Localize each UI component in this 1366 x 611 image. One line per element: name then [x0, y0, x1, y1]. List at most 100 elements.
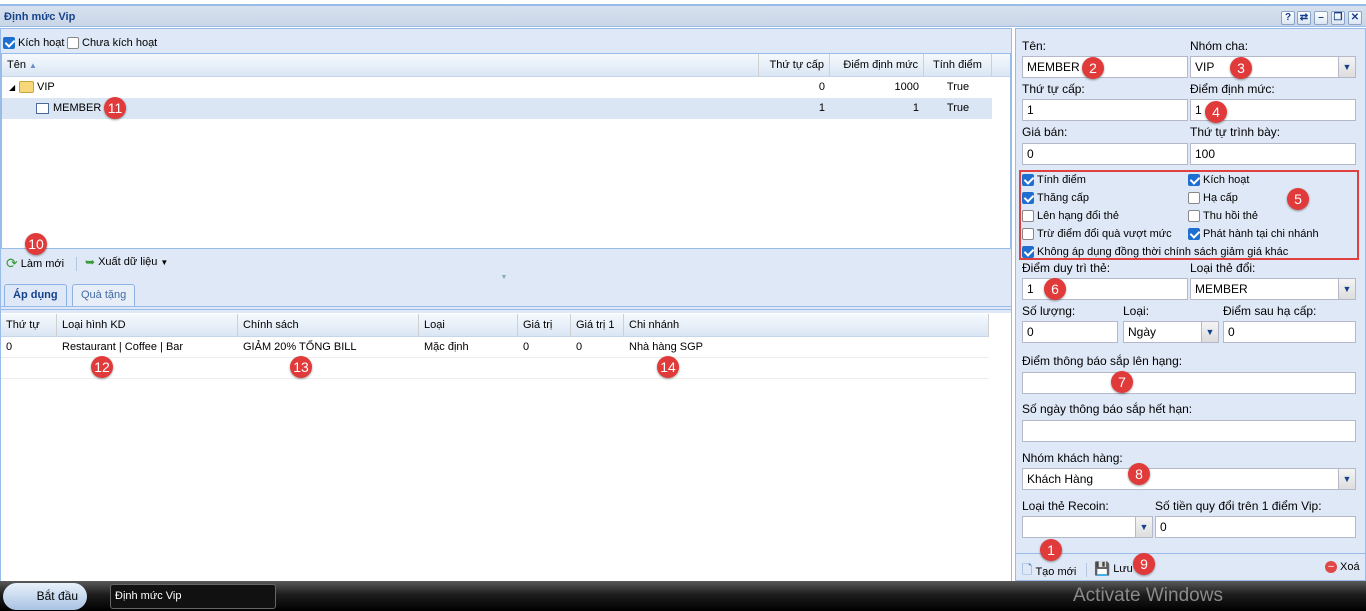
rate-input[interactable]: 0: [1155, 516, 1356, 538]
chevron-down-icon[interactable]: ▼: [1135, 517, 1152, 537]
checkbox[interactable]: [1188, 192, 1200, 204]
save-button[interactable]: 💾 Lưu: [1094, 561, 1133, 577]
checkbox[interactable]: [1022, 192, 1034, 204]
dropdown-arrow-icon: ▼: [160, 257, 169, 267]
tab-apply[interactable]: Áp dụng: [4, 284, 67, 306]
expand-icon[interactable]: ◢: [4, 77, 20, 98]
col-name[interactable]: Tên ▲: [2, 54, 759, 77]
empty-row: [1, 358, 989, 379]
new-button[interactable]: 🗋 Tạo mới: [1022, 561, 1076, 583]
close-icon[interactable]: ✕: [1348, 11, 1362, 25]
policy-col-4[interactable]: Giá trị: [518, 314, 571, 337]
col-calc[interactable]: Tính điểm: [924, 54, 992, 77]
refresh-window-icon[interactable]: ⇄: [1297, 11, 1311, 25]
delete-label: Xoá: [1340, 561, 1360, 573]
annotation-badge: 12: [91, 356, 113, 378]
tree-row-member[interactable]: MEMBER 1 1 True: [2, 98, 992, 119]
checkbox[interactable]: [1188, 210, 1200, 222]
policy-col-1[interactable]: Loại hình KD: [57, 314, 238, 337]
chevron-down-icon[interactable]: ▼: [1338, 469, 1355, 489]
annotation-badge: 1: [1040, 539, 1062, 561]
order-input[interactable]: 100: [1190, 143, 1356, 165]
policy-col-3[interactable]: Loại: [419, 314, 518, 337]
price-label: Giá bán:: [1022, 125, 1068, 139]
policy-cell-3: Mặc định: [424, 341, 469, 353]
checkbox[interactable]: [1022, 210, 1034, 222]
row-points: 1: [912, 102, 919, 114]
price-input[interactable]: 0: [1022, 143, 1188, 165]
filter-active[interactable]: Kích hoạt: [3, 37, 64, 49]
option-8[interactable]: Không áp dụng đồng thời chính sách giảm …: [1022, 246, 1288, 258]
help-icon[interactable]: ?: [1281, 11, 1295, 25]
row-points: 1000: [894, 81, 919, 93]
name-input[interactable]: MEMBER: [1022, 56, 1188, 78]
option-label: Lên hạng đổi thẻ: [1037, 210, 1119, 222]
checkbox[interactable]: [1022, 228, 1034, 240]
policy-col-0[interactable]: Thứ tự: [1, 314, 57, 337]
splitter-handle[interactable]: ▼: [489, 274, 519, 281]
option-4[interactable]: Lên hạng đổi thẻ: [1022, 210, 1119, 222]
minimize-icon[interactable]: –: [1314, 11, 1328, 25]
option-2[interactable]: Thăng cấp: [1022, 192, 1089, 204]
policy-row[interactable]: 0 Restaurant | Coffee | Bar GIẢM 20% TỔNG …: [1, 337, 989, 358]
taskbar-item[interactable]: Định mức Vip: [110, 584, 276, 609]
quota-label: Điểm định mức:: [1190, 82, 1275, 96]
annotation-badge: 7: [1111, 371, 1133, 393]
recoin-select[interactable]: ▼: [1022, 516, 1153, 538]
after-input[interactable]: 0: [1223, 321, 1356, 343]
group-label: Nhóm khách hàng:: [1022, 451, 1123, 465]
option-5[interactable]: Thu hồi thẻ: [1188, 210, 1258, 222]
option-label: Thu hồi thẻ: [1203, 210, 1259, 222]
checkbox[interactable]: [1022, 246, 1034, 258]
chevron-down-icon[interactable]: ▼: [1338, 57, 1355, 77]
col-level[interactable]: Thứ tự cấp: [759, 54, 830, 77]
option-6[interactable]: Trừ điểm đổi quà vượt mức: [1022, 228, 1172, 240]
parent-value: VIP: [1195, 60, 1215, 74]
qty-label: Số lượng:: [1022, 304, 1076, 318]
policy-col-6[interactable]: Chi nhánh: [624, 314, 989, 337]
tree-grid: Tên ▲ Thứ tự cấp Điểm định mức Tính điểm…: [1, 53, 1011, 249]
unit-select[interactable]: Ngày ▼: [1123, 321, 1219, 343]
checkbox[interactable]: [1188, 228, 1200, 240]
option-0[interactable]: Tính điểm: [1022, 174, 1086, 186]
level-input[interactable]: 1: [1022, 99, 1188, 121]
option-7[interactable]: Phát hành tại chi nhánh: [1188, 228, 1319, 240]
delete-button[interactable]: – Xoá: [1325, 561, 1360, 573]
row-calc: True: [946, 102, 970, 114]
checkbox[interactable]: [1188, 174, 1200, 186]
notify-exp-label: Số ngày thông báo sắp hết hạn:: [1022, 402, 1193, 416]
restore-icon[interactable]: ❐: [1331, 11, 1345, 25]
qty-input[interactable]: 0: [1022, 321, 1118, 343]
tab-gifts[interactable]: Quà tặng: [72, 284, 136, 306]
annotation-badge: 14: [657, 356, 679, 378]
parent-select[interactable]: VIP ▼: [1190, 56, 1356, 78]
filter-inactive[interactable]: Chưa kích hoạt: [67, 37, 157, 49]
col-points[interactable]: Điểm định mức: [830, 54, 924, 77]
policy-col-5[interactable]: Giá trị 1: [571, 314, 624, 337]
new-label: Tạo mới: [1035, 566, 1077, 578]
notify-up-input[interactable]: [1022, 372, 1356, 394]
refresh-button[interactable]: ⟳ Làm mới: [6, 255, 64, 272]
unit-value: Ngày: [1128, 325, 1157, 339]
filter-active-label: Kích hoạt: [18, 37, 65, 49]
chevron-down-icon[interactable]: ▼: [1201, 322, 1218, 342]
export-button[interactable]: ➥ Xuất dữ liệu ▼: [85, 255, 168, 269]
save-label: Lưu: [1113, 563, 1133, 575]
chevron-down-icon[interactable]: ▼: [1338, 279, 1355, 299]
checkbox[interactable]: [3, 37, 15, 49]
checkbox[interactable]: [67, 37, 79, 49]
recoin-label: Loại thẻ Recoin:: [1022, 499, 1109, 513]
policy-col-2[interactable]: Chính sách: [238, 314, 419, 337]
unit-label: Loại:: [1123, 304, 1150, 318]
tree-row-vip[interactable]: ◢ VIP 0 1000 True: [2, 77, 992, 98]
start-button[interactable]: Bắt đầu: [3, 583, 87, 610]
checkbox[interactable]: [1022, 174, 1034, 186]
notify-exp-input[interactable]: [1022, 420, 1356, 442]
group-select[interactable]: Khách Hàng ▼: [1022, 468, 1356, 490]
toolbar-separator: [1086, 563, 1087, 577]
footer-divider: [1016, 553, 1365, 554]
card-type-select[interactable]: MEMBER ▼: [1190, 278, 1356, 300]
options-group: Tính điểm Kích hoạt Thăng cấp Hạ cấp Lên hạn…: [1019, 170, 1359, 260]
option-3[interactable]: Hạ cấp: [1188, 192, 1238, 204]
option-1[interactable]: Kích hoạt: [1188, 174, 1249, 186]
